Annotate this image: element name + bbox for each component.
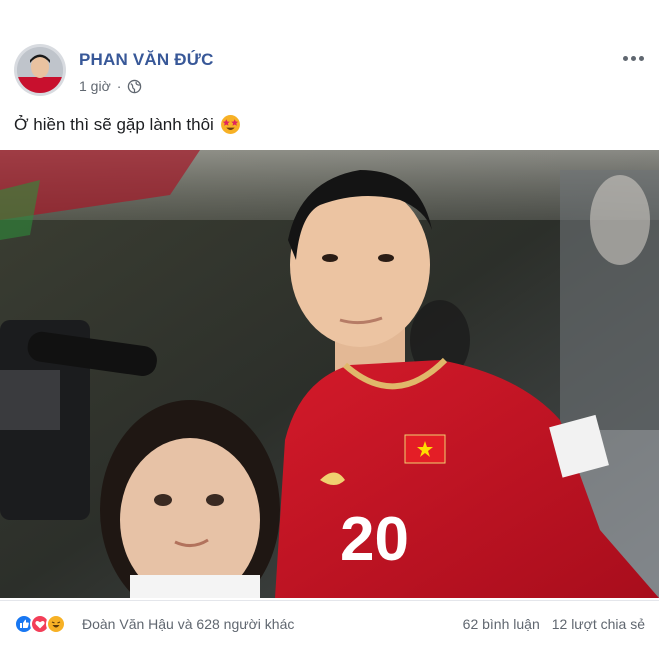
globe-icon[interactable]: [127, 79, 142, 94]
post-meta: 1 giờ ·: [79, 78, 142, 94]
more-options-icon[interactable]: [619, 50, 647, 66]
caption-text: Ở hiền thì sẽ gặp lành thôi: [14, 114, 214, 134]
post-stats: 62 bình luận 12 lượt chia sẻ: [463, 616, 645, 632]
avatar-image: [17, 47, 63, 93]
avatar[interactable]: [14, 44, 66, 96]
author-name[interactable]: PHAN VĂN ĐỨC: [79, 50, 214, 70]
post-card: PHAN VĂN ĐỨC 1 giờ · Ở hiền thì sẽ gặp l…: [0, 0, 659, 650]
haha-reaction-icon: [46, 614, 66, 634]
star-struck-emoji-icon: [220, 115, 240, 134]
jersey-number: 20: [340, 505, 409, 574]
likes-summary[interactable]: Đoàn Văn Hậu và 628 người khác: [82, 616, 294, 632]
reaction-icons[interactable]: [14, 614, 66, 634]
post-caption: Ở hiền thì sẽ gặp lành thôi: [14, 114, 241, 135]
post-photo[interactable]: 20: [0, 150, 659, 598]
photo-scene: 20: [0, 150, 659, 598]
shares-count[interactable]: 12 lượt chia sẻ: [552, 616, 645, 632]
post-footer: Đoàn Văn Hậu và 628 người khác 62 bình l…: [0, 600, 659, 650]
post-time[interactable]: 1 giờ: [79, 78, 111, 94]
comments-count[interactable]: 62 bình luận: [463, 616, 540, 632]
